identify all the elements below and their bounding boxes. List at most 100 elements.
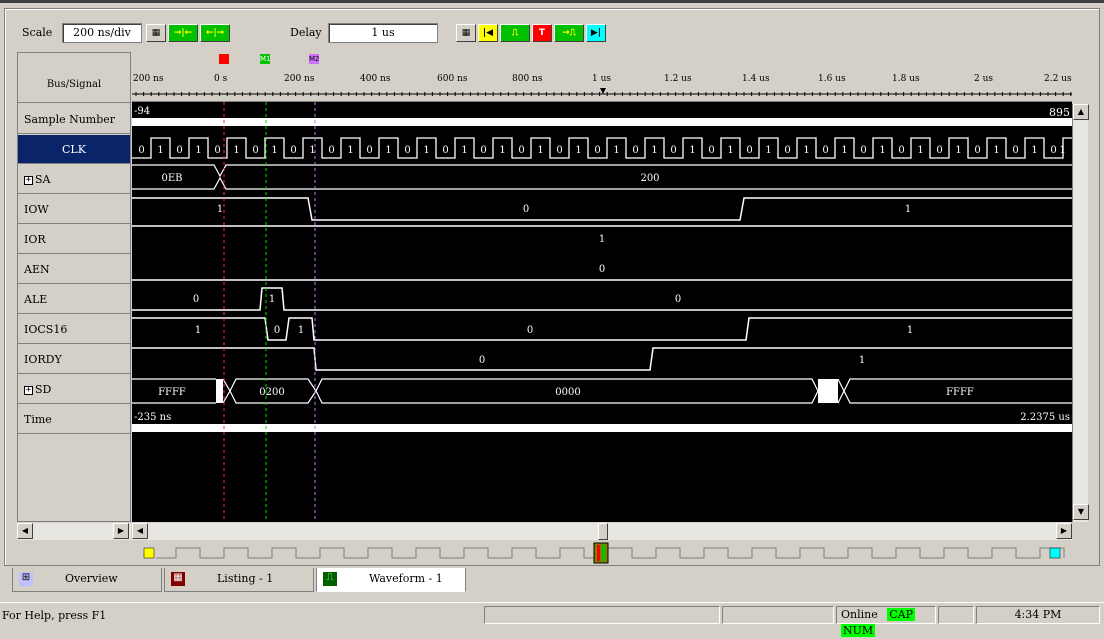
clk-value: 0 bbox=[328, 145, 334, 156]
expand-sa-icon[interactable]: + bbox=[24, 175, 33, 185]
clk-value: 0 bbox=[974, 145, 980, 156]
clk-value: 0 bbox=[784, 145, 790, 156]
overview-trace-line bbox=[156, 547, 1065, 559]
status-help-text: For Help, press F1 bbox=[2, 609, 107, 622]
scroll-right-icon[interactable]: ▶ bbox=[113, 523, 129, 539]
sample-end: 895 bbox=[1049, 106, 1070, 119]
trigger-marker-icon[interactable] bbox=[219, 54, 229, 64]
next-edge-icon[interactable]: →⎍ bbox=[554, 24, 584, 42]
delay-calculator-icon[interactable]: ▦ bbox=[456, 24, 476, 42]
waveform-horizontal-scrollbar[interactable]: ◀ ▶ bbox=[132, 523, 1072, 540]
go-to-end-icon[interactable]: ▶| bbox=[586, 24, 606, 42]
go-to-start-icon[interactable]: |◀ bbox=[478, 24, 498, 42]
clk-value: 1 bbox=[461, 145, 467, 156]
sample-number-bar bbox=[132, 118, 1072, 126]
overview-icon: ⊞ bbox=[19, 572, 33, 586]
clk-value: 0 bbox=[670, 145, 676, 156]
iow-waveform: 1 0 1 bbox=[132, 197, 1072, 221]
sd-value: 0000 bbox=[555, 387, 580, 398]
expand-sd-icon[interactable]: + bbox=[24, 385, 33, 395]
status-pane-indicators: Online CAP NUM bbox=[836, 606, 936, 637]
delay-input[interactable]: 1 us bbox=[328, 23, 438, 43]
scale-input[interactable]: 200 ns/div bbox=[62, 23, 142, 43]
status-pane-empty bbox=[722, 606, 834, 624]
scale-calculator-icon[interactable]: ▦ bbox=[146, 24, 166, 42]
scroll-right-icon[interactable]: ▶ bbox=[1056, 523, 1072, 539]
names-horizontal-scrollbar[interactable]: ◀ ▶ bbox=[17, 523, 131, 540]
status-pane-empty bbox=[938, 606, 974, 624]
clk-value: 1 bbox=[157, 145, 163, 156]
signal-sa[interactable]: + SA bbox=[18, 165, 130, 194]
sample-start: -94 bbox=[134, 106, 150, 117]
signal-ale[interactable]: ALE bbox=[18, 285, 130, 314]
sd-value: 0200 bbox=[259, 387, 284, 398]
clk-value: 0 bbox=[860, 145, 866, 156]
trigger-icon[interactable]: T bbox=[532, 24, 552, 42]
window-top-border bbox=[0, 0, 1104, 3]
scroll-thumb[interactable] bbox=[598, 523, 608, 540]
iocs16-value: 1 bbox=[195, 325, 201, 336]
delay-label: Delay bbox=[290, 26, 322, 39]
iordy-waveform: 0 1 bbox=[132, 347, 1072, 371]
tab-listing[interactable]: ▦ Listing - 1 bbox=[164, 568, 314, 592]
clk-value: 1 bbox=[499, 145, 505, 156]
clk-value: 1 bbox=[423, 145, 429, 156]
iocs16-value: 1 bbox=[907, 325, 913, 336]
ruler-tick: 800 ns bbox=[512, 74, 543, 84]
clk-value: 0 bbox=[822, 145, 828, 156]
ior-waveform: 1 bbox=[132, 225, 1072, 245]
scroll-up-icon[interactable]: ▲ bbox=[1073, 104, 1089, 120]
scroll-left-icon[interactable]: ◀ bbox=[17, 523, 33, 539]
clk-value: 0 bbox=[138, 145, 144, 156]
signal-iocs16[interactable]: IOCS16 bbox=[18, 315, 130, 344]
iocs16-waveform: 1 0 1 0 1 bbox=[132, 317, 1072, 341]
ruler-tick: 0 s bbox=[214, 74, 228, 84]
sd-value: FFFF bbox=[158, 387, 186, 398]
clk-value: 1 bbox=[195, 145, 201, 156]
signal-sample-number[interactable]: Sample Number bbox=[18, 105, 130, 134]
time-ruler[interactable]: M1 M2 200 ns 0 s 200 ns 400 ns 600 ns 80… bbox=[132, 52, 1072, 102]
clk-value: 0 bbox=[1050, 145, 1056, 156]
ruler-tick: 600 ns bbox=[437, 74, 468, 84]
ruler-scale bbox=[132, 88, 1072, 96]
iow-value: 0 bbox=[523, 204, 529, 215]
scroll-left-icon[interactable]: ◀ bbox=[132, 523, 148, 539]
signal-time[interactable]: Time bbox=[18, 405, 130, 434]
status-cap: CAP bbox=[887, 608, 915, 621]
waveform-traces[interactable]: -94 895 01010101010101010101010101010101… bbox=[132, 102, 1072, 522]
clk-value: 1 bbox=[917, 145, 923, 156]
overview-strip[interactable] bbox=[132, 542, 1072, 564]
ruler-tick: 1 us bbox=[592, 74, 612, 84]
signal-iow[interactable]: IOW bbox=[18, 195, 130, 224]
clk-value: 0 bbox=[366, 145, 372, 156]
ruler-tick: 1.6 us bbox=[818, 74, 846, 84]
marker-m1[interactable]: M1 bbox=[260, 54, 271, 64]
pulse-icon[interactable]: ⎍ bbox=[500, 24, 530, 42]
zoom-out-icon[interactable]: ←|→ bbox=[200, 24, 230, 42]
waveform-toolbar: Scale 200 ns/div ▦ →|← ←|→ Delay 1 us ▦ … bbox=[10, 20, 1090, 46]
tab-overview[interactable]: ⊞ Overview bbox=[12, 568, 162, 592]
signal-aen[interactable]: AEN bbox=[18, 255, 130, 284]
signal-ior[interactable]: IOR bbox=[18, 225, 130, 254]
zoom-in-icon[interactable]: →|← bbox=[168, 24, 198, 42]
signal-iordy[interactable]: IORDY bbox=[18, 345, 130, 374]
signal-sa-label: SA bbox=[35, 173, 51, 186]
clk-value: 1 bbox=[537, 145, 543, 156]
clk-value: 0 bbox=[290, 145, 296, 156]
vertical-scrollbar[interactable]: ▲ ▼ bbox=[1072, 104, 1089, 522]
clk-value: 0 bbox=[594, 145, 600, 156]
clk-value: 0 bbox=[898, 145, 904, 156]
clk-value: 0 bbox=[936, 145, 942, 156]
signal-clk[interactable]: CLK bbox=[18, 135, 130, 164]
bus-signal-header[interactable]: Bus/Signal bbox=[18, 53, 130, 103]
clk-value: 0 bbox=[252, 145, 258, 156]
tab-waveform[interactable]: ⎍ Waveform - 1 bbox=[316, 568, 466, 592]
scroll-down-icon[interactable]: ▼ bbox=[1073, 504, 1089, 520]
overview-end-icon bbox=[1049, 547, 1061, 559]
iow-value: 1 bbox=[905, 204, 911, 215]
clk-value: 1 bbox=[689, 145, 695, 156]
clk-value: 0 bbox=[1012, 145, 1018, 156]
signal-sd[interactable]: + SD bbox=[18, 375, 130, 404]
marker-m2[interactable]: M2 bbox=[309, 54, 320, 64]
time-end: 2.2375 us bbox=[1020, 412, 1070, 423]
